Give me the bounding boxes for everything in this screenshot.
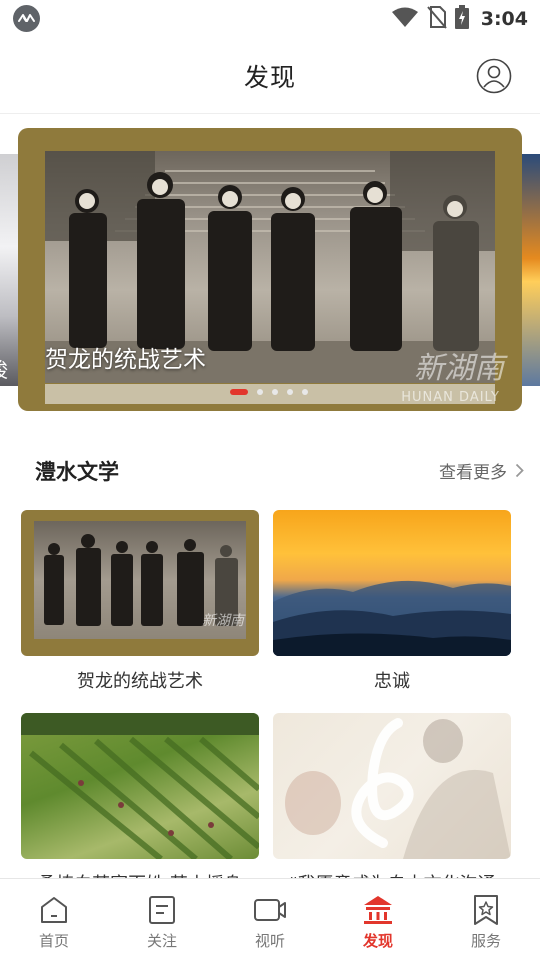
app-header: 发现 — [0, 38, 540, 114]
banner-watermark: 新湖南 — [414, 351, 504, 386]
carousel-dot[interactable] — [287, 389, 293, 395]
bottom-tab-bar: 首页 关注 视听 发现 服务 — [0, 878, 540, 960]
article-card[interactable]: “我愿意成为自由文化沟通 — [273, 713, 511, 896]
carousel-dot[interactable] — [302, 389, 308, 395]
article-card[interactable]: 新湖南 贺龙的统战艺术 — [21, 510, 259, 693]
tab-services[interactable]: 服务 — [432, 879, 540, 960]
battery-charging-icon — [454, 5, 469, 33]
home-icon — [41, 897, 67, 923]
section-title: 澧水文学 — [35, 460, 119, 484]
banner-watermark-sub: HUNAN DAILY — [401, 390, 500, 405]
tab-label: 发现 — [362, 932, 393, 950]
banner-peek-next[interactable] — [522, 154, 540, 386]
video-camera-icon — [254, 899, 286, 921]
user-circle-icon — [476, 58, 512, 94]
app-notification-icon — [13, 5, 40, 32]
document-icon — [149, 896, 175, 924]
carousel-dot-active[interactable] — [230, 389, 248, 395]
view-more-link[interactable]: 查看更多 — [439, 458, 524, 483]
carousel-dot[interactable] — [257, 389, 263, 395]
article-thumbnail — [273, 510, 511, 656]
tab-home[interactable]: 首页 — [0, 879, 108, 960]
tab-label: 首页 — [38, 932, 69, 950]
carousel-indicator — [230, 389, 308, 395]
banner-slide[interactable]: 贺龙的统战艺术 新湖南 HUNAN DAILY — [18, 128, 522, 411]
status-bar: 3:04 — [0, 0, 540, 38]
discover-temple-icon — [364, 896, 392, 924]
wifi-icon — [391, 6, 419, 32]
page-title: 发现 — [243, 63, 296, 92]
article-title: 忠诚 — [374, 671, 410, 692]
article-title: 贺龙的统战艺术 — [77, 671, 203, 692]
article-thumbnail — [21, 713, 259, 859]
tab-media[interactable]: 视听 — [216, 879, 324, 960]
tab-label: 视听 — [254, 932, 285, 950]
article-card[interactable]: 忠诚 — [273, 510, 511, 693]
article-thumbnail — [273, 713, 511, 859]
banner-peek-text: 竣 — [0, 354, 8, 383]
tab-follow[interactable]: 关注 — [108, 879, 216, 960]
profile-button[interactable] — [476, 58, 512, 94]
banner-title: 贺龙的统战艺术 — [45, 347, 206, 373]
view-more-label: 查看更多 — [439, 463, 507, 483]
carousel-dot[interactable] — [272, 389, 278, 395]
tab-discover[interactable]: 发现 — [324, 879, 432, 960]
banner-peek-previous[interactable]: 竣 — [0, 154, 18, 386]
article-thumbnail-watermark: 新湖南 — [202, 613, 246, 629]
article-card[interactable]: 桑植白茶富百姓 茶山摇身 — [21, 713, 259, 896]
section-header: 澧水文学 查看更多 — [0, 444, 540, 492]
status-time: 3:04 — [480, 8, 528, 30]
tab-label: 关注 — [146, 932, 177, 950]
bookmark-star-icon — [474, 895, 498, 925]
chevron-right-icon — [515, 463, 524, 478]
tab-label: 服务 — [470, 932, 501, 950]
article-thumbnail: 新湖南 — [21, 510, 259, 656]
banner-carousel[interactable]: 竣 — [0, 128, 540, 413]
no-sim-icon — [426, 5, 447, 33]
